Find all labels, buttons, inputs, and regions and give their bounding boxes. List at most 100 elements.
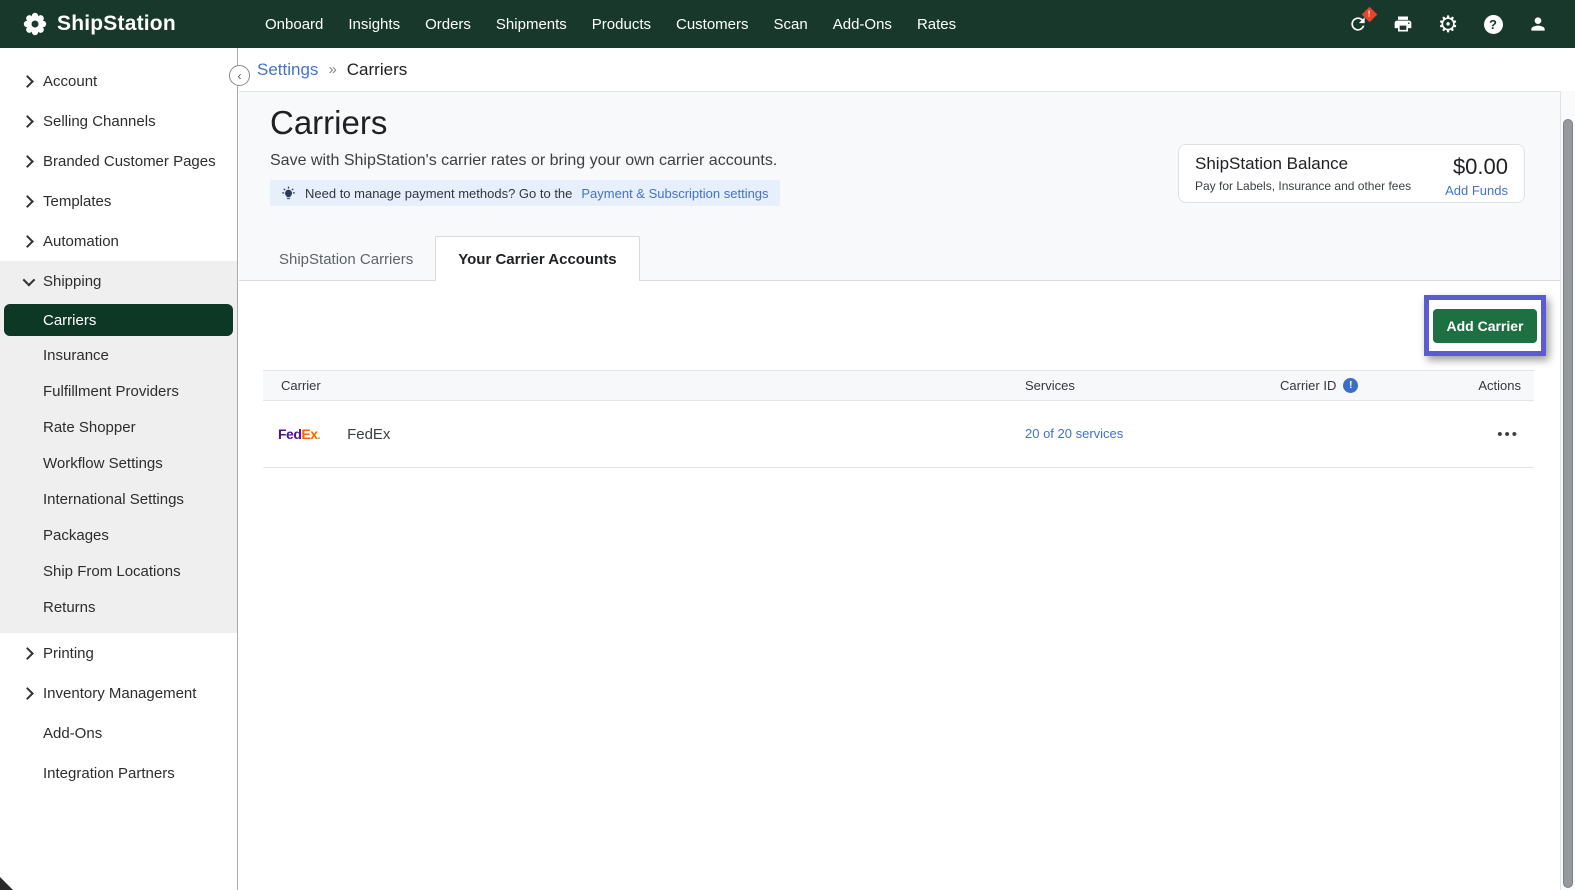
nav-scan[interactable]: Scan xyxy=(774,16,808,33)
primary-nav: Onboard Insights Orders Shipments Produc… xyxy=(265,16,956,33)
sidebar-item-label: Add-Ons xyxy=(43,725,102,742)
chevron-right-icon xyxy=(20,77,35,86)
print-icon[interactable] xyxy=(1392,13,1414,35)
page-subtitle: Save with ShipStation's carrier rates or… xyxy=(270,152,777,170)
breadcrumb-separator: » xyxy=(328,61,336,78)
nav-shipments[interactable]: Shipments xyxy=(496,16,567,33)
sidebar-item-fulfillment-providers[interactable]: Fulfillment Providers xyxy=(0,373,237,409)
nav-rates[interactable]: Rates xyxy=(917,16,956,33)
sidebar-item-label: Account xyxy=(43,73,97,90)
account-person-icon[interactable] xyxy=(1527,13,1549,35)
settings-gear-icon[interactable]: ⚙ xyxy=(1437,13,1459,35)
table-row-fedex: FedEx. FedEx 20 of 20 services ••• xyxy=(263,401,1534,468)
add-carrier-button[interactable]: Add Carrier xyxy=(1433,309,1536,343)
nav-insights[interactable]: Insights xyxy=(348,16,400,33)
tab-your-carrier-accounts[interactable]: Your Carrier Accounts xyxy=(435,236,639,281)
sidebar-item-templates[interactable]: Templates xyxy=(0,181,237,221)
breadcrumb-settings-link[interactable]: Settings xyxy=(257,60,318,80)
refresh-icon[interactable]: ! xyxy=(1347,13,1369,35)
sidebar-item-automation[interactable]: Automation xyxy=(0,221,237,261)
services-cell: 20 of 20 services xyxy=(1025,425,1280,443)
add-funds-link[interactable]: Add Funds xyxy=(1445,183,1508,198)
brand-name: ShipStation xyxy=(57,12,176,36)
carrier-cell: FedEx. FedEx xyxy=(263,426,1025,443)
sidebar-item-label: Printing xyxy=(43,645,94,662)
row-actions-menu-icon[interactable]: ••• xyxy=(1460,426,1534,443)
scrollbar-thumb[interactable] xyxy=(1563,119,1573,888)
sidebar-item-branded-customer-pages[interactable]: Branded Customer Pages xyxy=(0,141,237,181)
sidebar-item-returns[interactable]: Returns xyxy=(0,589,237,625)
shipstation-logo[interactable]: ShipStation xyxy=(22,11,176,37)
column-header-carrier: Carrier xyxy=(263,378,1025,393)
sidebar-item-ship-from-locations[interactable]: Ship From Locations xyxy=(0,553,237,589)
nav-products[interactable]: Products xyxy=(592,16,651,33)
sidebar-item-integration-partners[interactable]: Integration Partners xyxy=(0,753,237,793)
page-header-section: Carriers Save with ShipStation's carrier… xyxy=(239,91,1560,281)
services-count-link[interactable]: 20 of 20 services xyxy=(1025,426,1123,441)
sidebar-item-label: Selling Channels xyxy=(43,113,156,130)
sidebar-item-add-ons[interactable]: Add-Ons xyxy=(0,713,237,753)
fedex-logo: FedEx. xyxy=(278,426,320,442)
sidebar-item-label: Automation xyxy=(43,233,119,250)
banner-text: Need to manage payment methods? Go to th… xyxy=(305,186,572,201)
chevron-right-icon xyxy=(20,157,35,166)
nav-orders[interactable]: Orders xyxy=(425,16,471,33)
sidebar-item-label: Branded Customer Pages xyxy=(43,153,216,170)
chevron-right-icon xyxy=(20,237,35,246)
sidebar-item-label: Shipping xyxy=(43,273,101,290)
sidebar-item-label: Integration Partners xyxy=(43,765,175,782)
breadcrumb-current: Carriers xyxy=(347,60,407,80)
sidebar-item-selling-channels[interactable]: Selling Channels xyxy=(0,101,237,141)
sidebar-item-rate-shopper[interactable]: Rate Shopper xyxy=(0,409,237,445)
sidebar-item-carriers[interactable]: Carriers xyxy=(4,304,233,336)
carrier-name: FedEx xyxy=(347,426,390,443)
balance-title: ShipStation Balance xyxy=(1195,154,1411,174)
carrier-tabs: ShipStation Carriers Your Carrier Accoun… xyxy=(257,236,640,281)
sidebar-item-printing[interactable]: Printing xyxy=(0,633,237,673)
chevron-right-icon xyxy=(20,689,35,698)
sidebar-item-insurance[interactable]: Insurance xyxy=(0,337,237,373)
sidebar-collapse-button[interactable]: ‹ xyxy=(229,65,250,86)
nav-customers[interactable]: Customers xyxy=(676,16,749,33)
sidebar-item-workflow-settings[interactable]: Workflow Settings xyxy=(0,445,237,481)
balance-amount: $0.00 xyxy=(1445,154,1508,180)
vertical-scrollbar[interactable] xyxy=(1560,91,1575,890)
sidebar-item-packages[interactable]: Packages xyxy=(0,517,237,553)
shipping-group: Shipping Carriers Insurance Fulfillment … xyxy=(0,261,237,633)
settings-sidebar: Account Selling Channels Branded Custome… xyxy=(0,48,238,890)
carrier-id-info-icon[interactable]: ! xyxy=(1343,378,1358,393)
breadcrumb: Settings » Carriers xyxy=(239,48,1560,91)
lightbulb-icon xyxy=(281,186,296,201)
top-navbar: ShipStation Onboard Insights Orders Ship… xyxy=(0,0,1575,48)
help-icon[interactable]: ? xyxy=(1482,13,1504,35)
tab-shipstation-carriers[interactable]: ShipStation Carriers xyxy=(257,237,435,281)
table-header-row: Carrier Services Carrier ID ! Actions xyxy=(263,370,1534,401)
chevron-right-icon xyxy=(20,117,35,126)
main-content: Settings » Carriers Carriers Save with S… xyxy=(239,48,1560,890)
balance-description: Pay for Labels, Insurance and other fees xyxy=(1195,179,1411,193)
nav-onboard[interactable]: Onboard xyxy=(265,16,323,33)
sidebar-item-shipping[interactable]: Shipping xyxy=(0,261,237,301)
carrier-accounts-table: Carrier Services Carrier ID ! Actions Fe… xyxy=(263,370,1534,468)
sidebar-item-label: Templates xyxy=(43,193,111,210)
chevron-right-icon xyxy=(20,649,35,658)
sidebar-item-inventory-management[interactable]: Inventory Management xyxy=(0,673,237,713)
column-header-actions: Actions xyxy=(1460,378,1534,393)
chevron-right-icon xyxy=(20,197,35,206)
shipstation-balance-card: ShipStation Balance Pay for Labels, Insu… xyxy=(1178,144,1525,203)
sidebar-item-account[interactable]: Account xyxy=(0,61,237,101)
column-header-carrier-id: Carrier ID ! xyxy=(1280,378,1460,393)
chevron-down-icon xyxy=(20,277,35,286)
payment-info-banner: Need to manage payment methods? Go to th… xyxy=(270,180,780,206)
sidebar-item-label: Inventory Management xyxy=(43,685,196,702)
column-header-services: Services xyxy=(1025,378,1280,393)
sidebar-item-international-settings[interactable]: International Settings xyxy=(0,481,237,517)
tab-panel-your-carrier-accounts: Add Carrier Carrier Services Carrier ID … xyxy=(239,281,1560,890)
shipstation-logo-icon xyxy=(22,11,48,37)
nav-addons[interactable]: Add-Ons xyxy=(833,16,892,33)
navbar-icons: ! ⚙ ? xyxy=(1347,13,1549,35)
page-title: Carriers xyxy=(270,104,387,142)
payment-subscription-link[interactable]: Payment & Subscription settings xyxy=(581,186,768,201)
corner-widget xyxy=(0,877,13,890)
add-carrier-highlight-box: Add Carrier xyxy=(1424,295,1546,356)
